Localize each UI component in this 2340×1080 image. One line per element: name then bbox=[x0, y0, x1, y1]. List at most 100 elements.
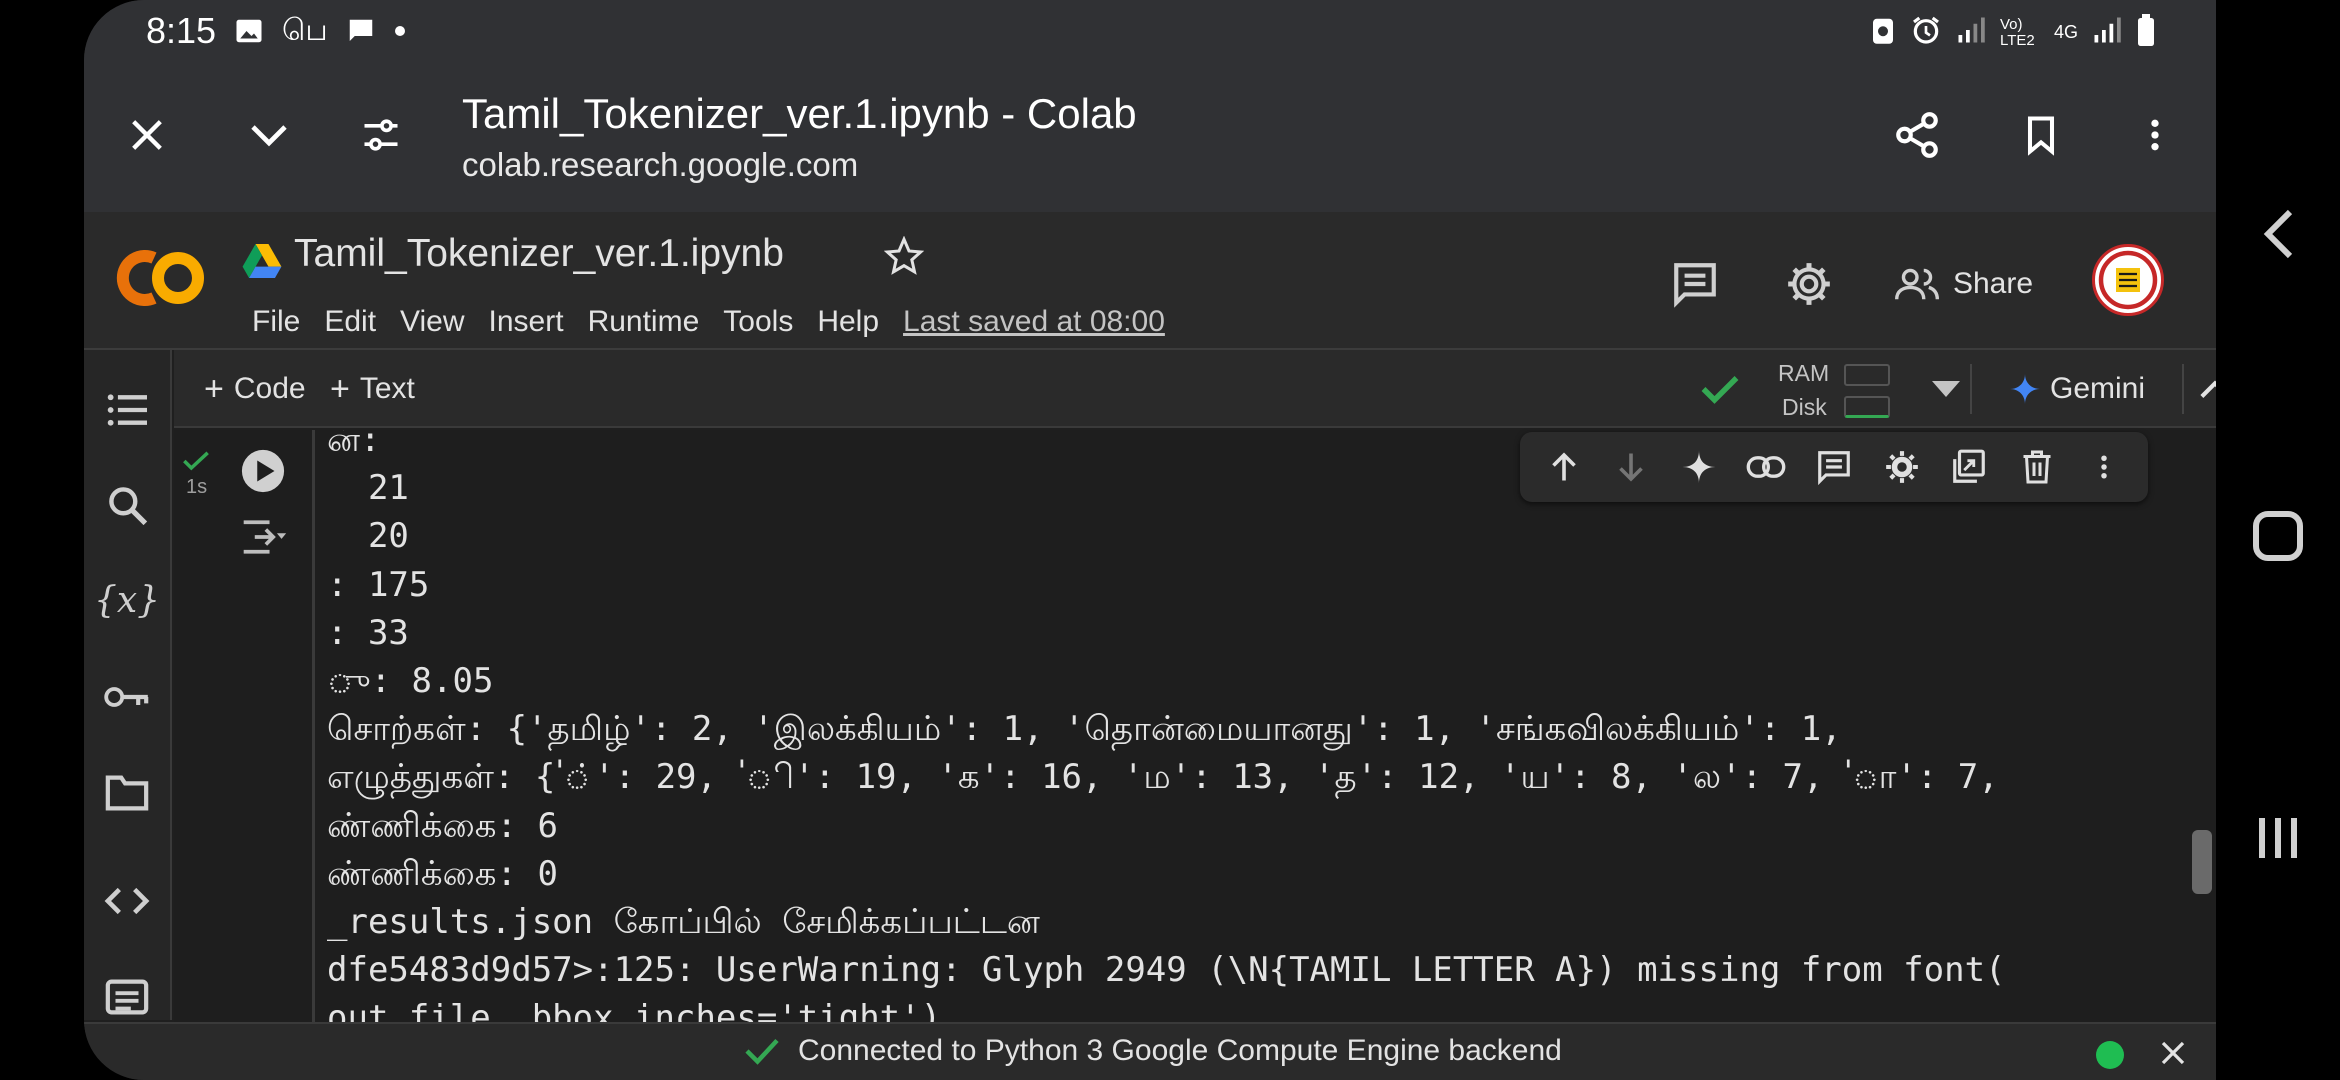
close-icon[interactable] bbox=[112, 100, 182, 170]
link-icon[interactable] bbox=[1738, 439, 1794, 495]
disk-bar bbox=[1844, 396, 1890, 418]
ram-bar bbox=[1844, 364, 1890, 386]
toolbar-divider bbox=[1970, 364, 1972, 414]
output-line: ண்ணிக்கை: 0 bbox=[327, 853, 558, 894]
message-icon bbox=[346, 16, 376, 51]
add-code-button[interactable]: + Code bbox=[190, 362, 320, 416]
share-button[interactable]: Share bbox=[1884, 254, 2044, 314]
search-icon[interactable] bbox=[92, 470, 162, 540]
notebook-title[interactable]: Tamil_Tokenizer_ver.1.ipynb bbox=[294, 232, 784, 276]
toolbar-divider bbox=[2182, 364, 2184, 414]
gear-icon[interactable] bbox=[1874, 439, 1930, 495]
sparkle-icon[interactable] bbox=[1671, 439, 1727, 495]
table-of-contents-icon[interactable] bbox=[92, 375, 162, 445]
connected-check-icon bbox=[745, 1038, 779, 1065]
plus-icon: + bbox=[330, 369, 350, 408]
menu-help[interactable]: Help bbox=[805, 300, 891, 344]
comment-icon[interactable] bbox=[1660, 254, 1730, 314]
chevron-down-icon[interactable] bbox=[234, 100, 304, 170]
output-scrollbar[interactable] bbox=[2188, 430, 2216, 1022]
add-text-label: Text bbox=[359, 372, 415, 405]
add-text-button[interactable]: + Text bbox=[316, 362, 429, 416]
plus-icon: + bbox=[204, 369, 224, 408]
output-line: எழுத்துகள்: {'்': 29, 'ி': 19, 'க': 16, … bbox=[327, 757, 1999, 798]
last-saved-link[interactable]: Last saved at 08:00 bbox=[891, 300, 1177, 344]
success-check-icon bbox=[182, 450, 210, 477]
output-line: dfe5483d9d57>:125: UserWarning: Glyph 29… bbox=[327, 950, 2006, 991]
comment-icon[interactable] bbox=[1806, 439, 1862, 495]
status-bar: 8:15 பெ Vo) LTE2 4G bbox=[84, 0, 2216, 62]
cell-gutter: 1s bbox=[174, 430, 302, 1022]
phone-screen: 8:15 பெ Vo) LTE2 4G Tamil_Tokenizer_ver.… bbox=[84, 0, 2216, 1080]
variables-icon[interactable]: {𝑥} bbox=[92, 565, 162, 635]
output-toggle-icon[interactable] bbox=[240, 516, 288, 563]
menu-bar: File Edit View Insert Runtime Tools Help… bbox=[240, 300, 1177, 344]
menu-view[interactable]: View bbox=[388, 300, 476, 344]
menu-tools[interactable]: Tools bbox=[711, 300, 805, 344]
star-icon[interactable] bbox=[883, 235, 925, 281]
output-line: சொற்கள்: {'தமிழ்': 2, 'இலக்கியம்': 1, 'த… bbox=[327, 709, 1842, 750]
key-icon[interactable] bbox=[92, 662, 162, 732]
tamil-app-icon: பெ bbox=[282, 14, 328, 47]
network-type-label: 4G bbox=[2053, 22, 2078, 42]
gear-icon[interactable] bbox=[1774, 254, 1844, 314]
back-nav-icon[interactable] bbox=[2238, 194, 2318, 274]
output-line: : 175 bbox=[327, 564, 430, 605]
output-line: : 33 bbox=[327, 612, 409, 653]
code-snippets-icon[interactable] bbox=[92, 866, 162, 936]
resource-monitor[interactable]: RAM Disk bbox=[1764, 358, 1914, 422]
gemini-label: Gemini bbox=[2050, 372, 2146, 405]
bookmark-icon[interactable] bbox=[2006, 100, 2076, 170]
home-nav-icon[interactable] bbox=[2238, 496, 2318, 576]
menu-file[interactable]: File bbox=[240, 300, 312, 344]
output-line: 20 bbox=[327, 516, 409, 557]
folder-icon[interactable] bbox=[92, 758, 162, 828]
system-navigation-bar bbox=[2216, 0, 2340, 1080]
gemini-icon bbox=[2010, 374, 2040, 404]
signal-icon bbox=[1956, 15, 1986, 50]
move-up-icon[interactable] bbox=[1536, 439, 1592, 495]
page-url[interactable]: colab.research.google.com bbox=[462, 146, 858, 184]
code-cell: 1s ன்: 21 20: 175: 33ு: 8.05 சொற்கள்: {'த… bbox=[174, 430, 2216, 1022]
menu-edit[interactable]: Edit bbox=[312, 300, 388, 344]
collapse-header-icon[interactable] bbox=[2200, 362, 2216, 416]
avatar[interactable] bbox=[2092, 244, 2164, 316]
scrollbar-thumb[interactable] bbox=[2192, 830, 2212, 894]
people-icon bbox=[1894, 268, 1939, 300]
menu-runtime[interactable]: Runtime bbox=[576, 300, 712, 344]
more-vert-icon[interactable] bbox=[2076, 439, 2132, 495]
output-line: _results.json கோப்பில் சேமிக்கப்பட்டன bbox=[327, 902, 1040, 943]
page-title: Tamil_Tokenizer_ver.1.ipynb - Colab bbox=[462, 90, 1137, 137]
left-sidebar: {𝑥} bbox=[84, 350, 172, 1020]
connection-status-dot bbox=[2096, 1041, 2124, 1069]
more-vert-icon[interactable] bbox=[2120, 100, 2190, 170]
recycle-icon bbox=[1870, 15, 1896, 50]
recents-nav-icon[interactable] bbox=[2238, 798, 2318, 878]
ram-label: RAM bbox=[1778, 360, 1830, 386]
run-cell-button[interactable] bbox=[240, 448, 286, 499]
volte-label: Vo) LTE2 bbox=[1999, 15, 2035, 49]
gemini-button[interactable]: Gemini bbox=[1996, 362, 2159, 416]
disk-label: Disk bbox=[1782, 394, 1827, 420]
close-icon[interactable] bbox=[2152, 1032, 2194, 1074]
delete-icon[interactable] bbox=[2009, 439, 2065, 495]
signal-icon-2 bbox=[2092, 15, 2122, 50]
runtime-dropdown-icon[interactable] bbox=[1918, 362, 1974, 416]
move-down-icon[interactable] bbox=[1603, 439, 1659, 495]
connected-check-icon bbox=[1684, 362, 1756, 416]
connection-status-bar: Connected to Python 3 Google Compute Eng… bbox=[84, 1022, 2216, 1080]
mirror-cell-icon[interactable] bbox=[1941, 439, 1997, 495]
connection-message: Connected to Python 3 Google Compute Eng… bbox=[798, 1034, 1562, 1067]
add-code-label: Code bbox=[233, 372, 306, 405]
output-line: out_file, bbox_inches='tight') bbox=[327, 998, 942, 1022]
site-settings-icon[interactable] bbox=[346, 100, 416, 170]
battery-icon bbox=[2136, 14, 2156, 51]
menu-insert[interactable]: Insert bbox=[477, 300, 576, 344]
colab-logo[interactable] bbox=[114, 244, 208, 312]
output-text: ன்: 21 20: 175: 33ு: 8.05 சொற்கள்: {'தமிழ… bbox=[327, 430, 2006, 1022]
browser-tab-bar: Tamil_Tokenizer_ver.1.ipynb - Colab cola… bbox=[84, 62, 2216, 212]
alarm-icon bbox=[1910, 14, 1942, 51]
share-icon[interactable] bbox=[1882, 100, 1952, 170]
drive-icon bbox=[242, 244, 282, 283]
share-label: Share bbox=[1952, 267, 2034, 300]
